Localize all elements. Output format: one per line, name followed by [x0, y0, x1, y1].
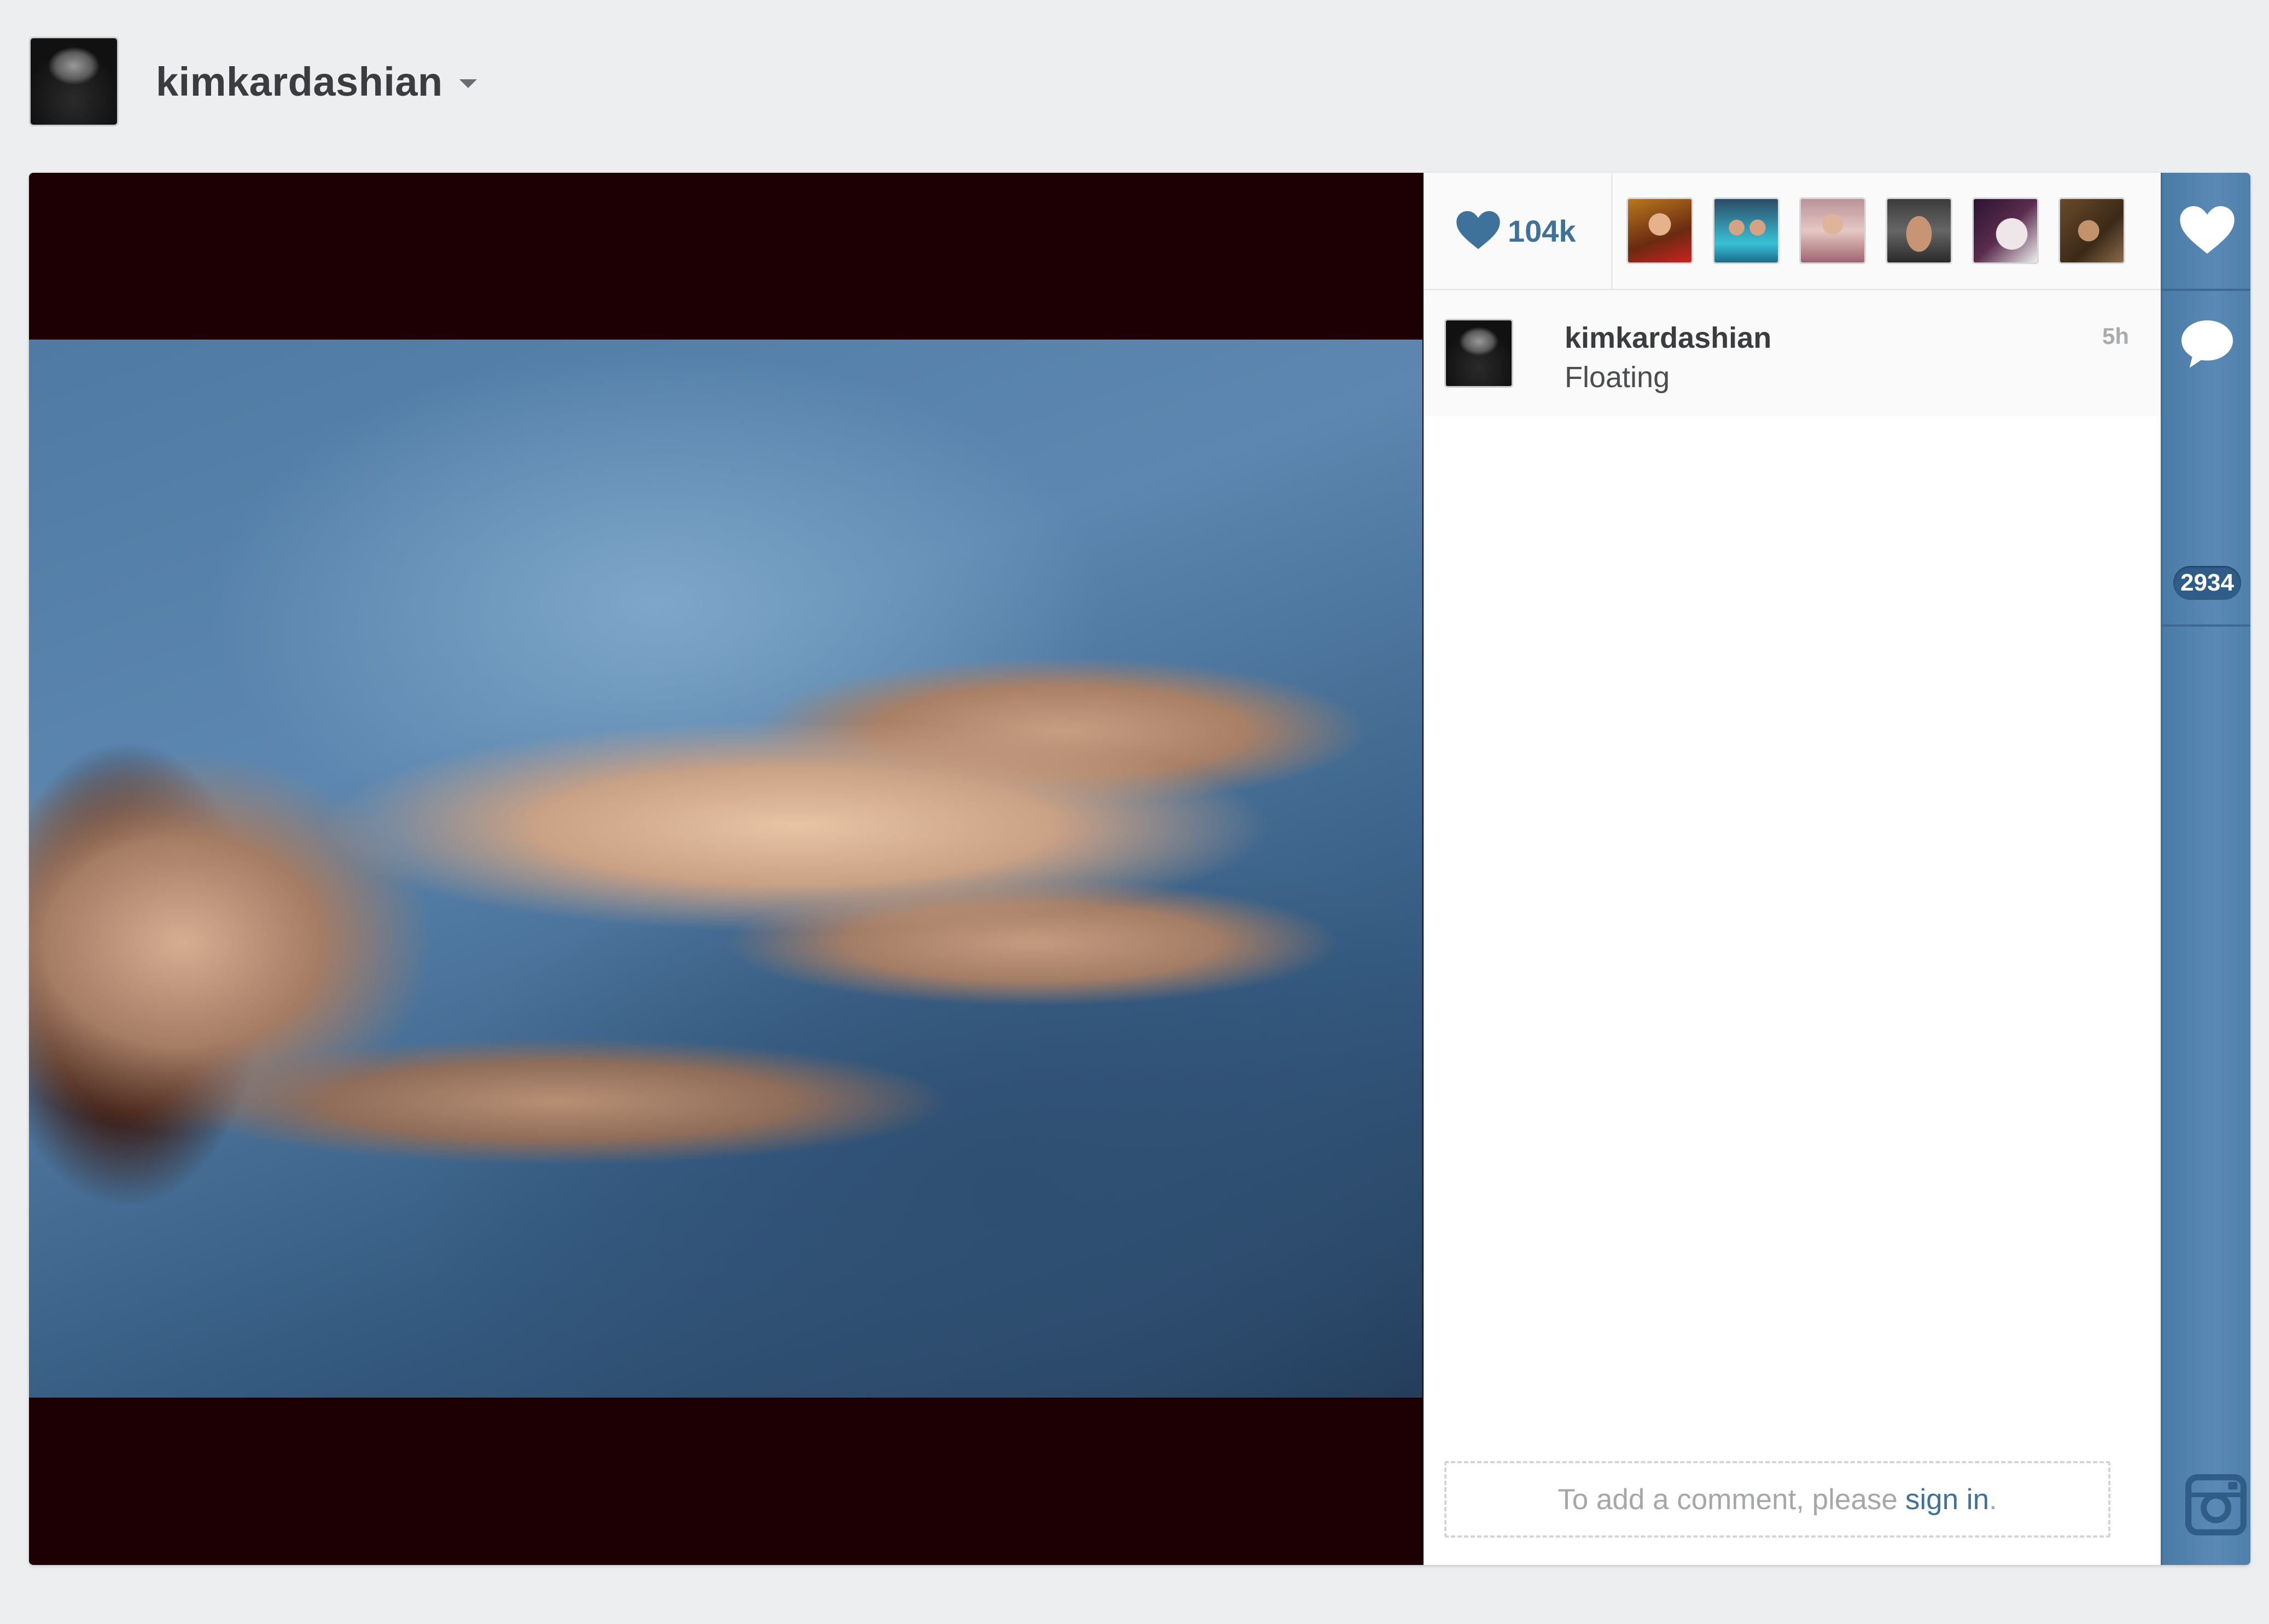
likes-summary[interactable]: 104k	[1424, 173, 1613, 289]
comment-prompt-suffix: .	[1989, 1483, 1997, 1516]
caption-avatar[interactable]	[1444, 319, 1513, 388]
likes-bar: 104k	[1424, 173, 2161, 290]
comment-count-badge: 2934	[2173, 566, 2241, 600]
likers-list	[1626, 197, 2125, 264]
liker-avatar[interactable]	[1713, 197, 1780, 264]
profile-avatar[interactable]	[29, 37, 119, 126]
profile-username[interactable]: kimkardashian	[156, 59, 443, 105]
speech-bubble-icon	[2181, 320, 2233, 368]
caret-down-icon[interactable]	[459, 79, 477, 88]
post-media	[29, 173, 1424, 1565]
liker-avatar[interactable]	[2058, 197, 2125, 264]
caption-username[interactable]: kimkardashian	[1565, 321, 1771, 355]
like-button[interactable]	[2162, 173, 2250, 291]
rail-divider	[2162, 624, 2250, 627]
instagram-logo-icon[interactable]	[2185, 1474, 2247, 1535]
sign-in-link[interactable]: sign in	[1905, 1483, 1989, 1516]
comment-box: To add a comment, please sign in .	[1444, 1461, 2110, 1538]
post-timestamp: 5h	[2102, 323, 2129, 349]
post-caption: kimkardashian Floating 5h	[1424, 290, 2161, 416]
heart-icon	[1456, 211, 1500, 249]
heart-icon	[2180, 206, 2235, 254]
liker-avatar[interactable]	[1886, 197, 1952, 264]
liker-avatar[interactable]	[1972, 197, 2039, 264]
caption-text: Floating	[1565, 361, 1670, 394]
post-details-panel: 104k kimkardashian Floating 5h To add a …	[1424, 173, 2161, 1565]
profile-header: kimkardashian	[29, 36, 477, 127]
action-rail: 2934	[2161, 173, 2250, 1565]
post-photo[interactable]	[29, 340, 1422, 1398]
liker-avatar[interactable]	[1799, 197, 1866, 264]
comment-prompt: To add a comment, please	[1558, 1483, 1898, 1516]
post-card: 104k kimkardashian Floating 5h To add a …	[29, 173, 2250, 1565]
liker-avatar[interactable]	[1626, 197, 1693, 264]
likes-count: 104k	[1508, 213, 1576, 248]
comment-button[interactable]: 2934	[2162, 289, 2250, 627]
